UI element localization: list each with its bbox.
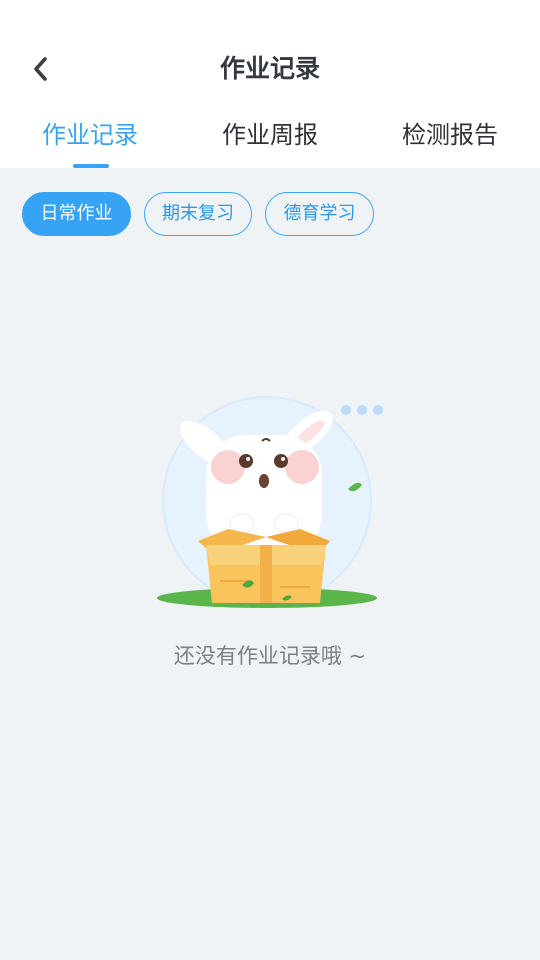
tab-weekly-report[interactable]: 作业周报 bbox=[180, 112, 360, 168]
tab-bar: 作业记录 作业周报 检测报告 bbox=[0, 112, 540, 168]
tab-homework-records[interactable]: 作业记录 bbox=[0, 112, 180, 168]
empty-state-illustration bbox=[150, 395, 390, 615]
tab-test-report[interactable]: 检测报告 bbox=[360, 112, 540, 168]
filter-final-review[interactable]: 期末复习 bbox=[144, 192, 252, 236]
rabbit-in-box-illustration bbox=[157, 396, 383, 608]
empty-state-message: 还没有作业记录哦 ~ bbox=[173, 644, 367, 668]
page-title: 作业记录 bbox=[219, 54, 320, 83]
active-tab-indicator bbox=[73, 164, 109, 168]
app-header: 作业记录 作业记录 作业周报 检测报告 bbox=[0, 0, 540, 168]
filter-daily-homework[interactable]: 日常作业 bbox=[22, 192, 131, 236]
filter-moral-education[interactable]: 德育学习 bbox=[265, 192, 374, 236]
